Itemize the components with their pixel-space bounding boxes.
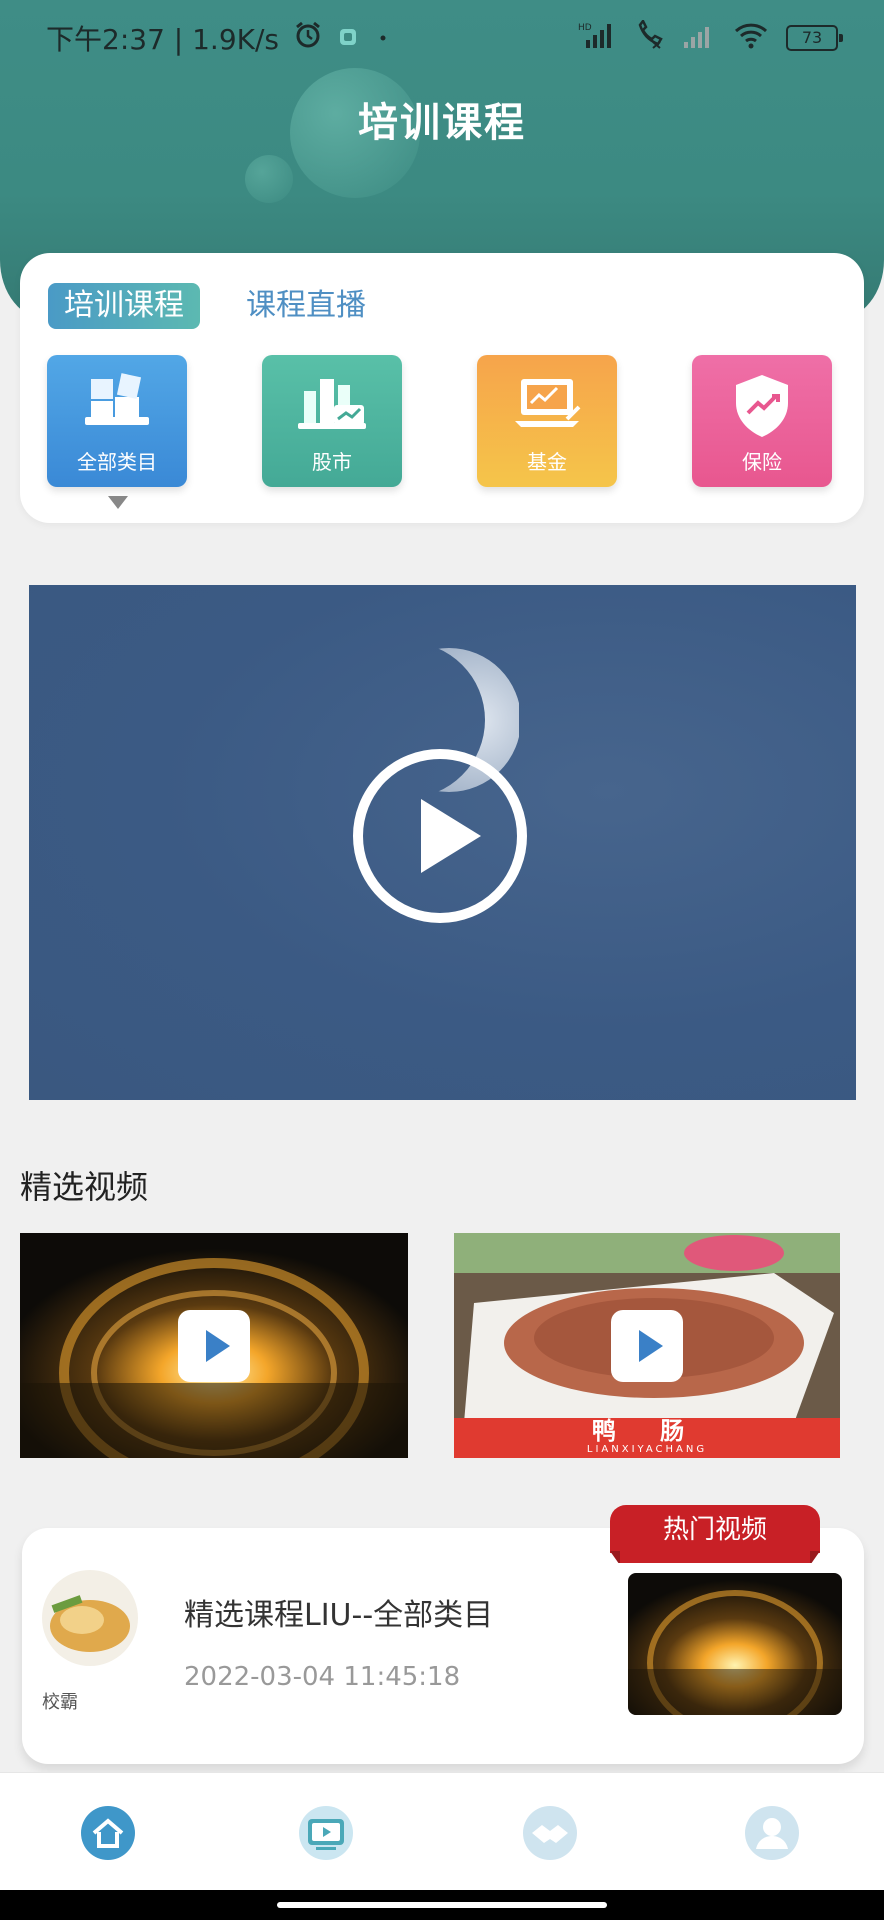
status-time-speed: 下午2:37 | 1.9K/s [46, 23, 280, 56]
nav-deal[interactable] [522, 1805, 578, 1861]
profile-icon [745, 1806, 799, 1860]
category-label: 股市 [312, 450, 352, 474]
wifi-icon [734, 21, 768, 56]
hot-video-thumb[interactable] [628, 1573, 842, 1715]
featured-video-thumb[interactable] [20, 1233, 408, 1458]
category-fund[interactable]: 基金 [477, 355, 617, 487]
handshake-icon [523, 1806, 577, 1860]
main-video-player[interactable] [29, 585, 856, 1100]
all-categories-icon [85, 373, 149, 425]
app-notification-icon [337, 22, 359, 55]
video-icon [299, 1806, 353, 1860]
svg-text:HD: HD [578, 23, 592, 33]
hot-video-title[interactable]: 精选课程LIU--全部类目 [184, 1590, 493, 1634]
nav-video[interactable] [298, 1805, 354, 1861]
fund-icon [515, 379, 581, 427]
nav-profile[interactable] [744, 1805, 800, 1861]
category-label: 全部类目 [77, 450, 157, 474]
insurance-icon [736, 375, 788, 437]
tab-live-courses[interactable]: 课程直播 [246, 283, 366, 329]
category-all[interactable]: 全部类目 [47, 355, 187, 487]
section-title-featured: 精选视频 [20, 1168, 149, 1206]
home-icon [81, 1806, 135, 1860]
category-label: 保险 [742, 450, 782, 474]
play-icon[interactable] [351, 747, 529, 925]
gesture-bar[interactable] [0, 1890, 884, 1920]
category-label: 基金 [527, 450, 567, 474]
selected-indicator [108, 496, 128, 509]
battery-icon: 73 [786, 25, 843, 51]
hot-video-tag: 热门视频 [610, 1505, 820, 1553]
call-muted-icon [634, 18, 664, 57]
banner-subtitle: LIANXIYACHANG [586, 1444, 708, 1455]
nav-home[interactable] [80, 1805, 136, 1861]
banner-title: 鸭 肠 [591, 1417, 703, 1445]
bottom-nav [0, 1772, 884, 1890]
decorative-bubble [245, 155, 293, 203]
alarm-icon [293, 20, 323, 57]
author-name: 校霸 [42, 1692, 78, 1713]
hd-signal-icon: HD [578, 20, 616, 57]
hot-video-card[interactable]: 校霸 精选课程LIU--全部类目 2022-03-04 11:45:18 [22, 1528, 864, 1764]
category-card: 培训课程 课程直播 全部类目 股市 基金 保险 [20, 253, 864, 523]
category-stock[interactable]: 股市 [262, 355, 402, 487]
stock-market-icon [298, 379, 366, 429]
featured-video-thumb[interactable]: 鸭 肠 LIANXIYACHANG [454, 1233, 840, 1458]
hot-video-date: 2022-03-04 11:45:18 [184, 1662, 461, 1692]
avatar [42, 1570, 138, 1666]
page-title: 培训课程 [358, 100, 526, 146]
play-icon[interactable] [611, 1309, 683, 1382]
status-bar: 下午2:37 | 1.9K/s HD 73 [0, 0, 884, 76]
play-icon[interactable] [178, 1309, 250, 1382]
dot-icon [373, 22, 393, 55]
signal-icon [682, 20, 716, 57]
category-insurance[interactable]: 保险 [692, 355, 832, 487]
video-banner: 鸭 肠 LIANXIYACHANG [454, 1418, 840, 1458]
tab-training-courses[interactable]: 培训课程 [48, 283, 200, 329]
